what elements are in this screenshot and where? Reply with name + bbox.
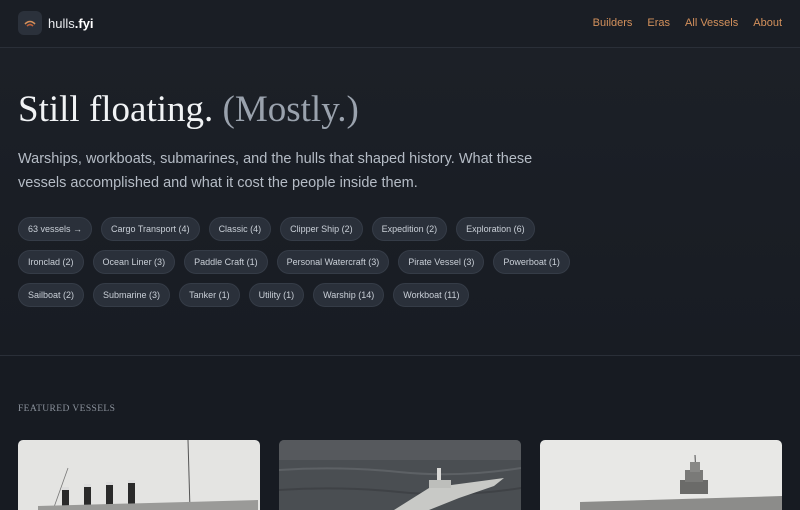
chip-row: Sailboat (2) Submarine (3) Tanker (1) Ut… (18, 283, 618, 307)
chip-workboat[interactable]: Workboat (11) (393, 283, 470, 307)
featured-vessels-heading: FEATURED VESSELS (18, 404, 116, 414)
page-title: Still floating. (Mostly.) (18, 89, 359, 130)
chip-row: 63 vessels → Cargo Transport (4) Classic… (18, 217, 618, 241)
chip-submarine[interactable]: Submarine (3) (93, 283, 171, 307)
chip-personal-watercraft[interactable]: Personal Watercraft (3) (276, 250, 390, 274)
chip-paddle-craft[interactable]: Paddle Craft (1) (184, 250, 268, 274)
chip-all-vessels[interactable]: 63 vessels → (18, 217, 93, 241)
nav-all-vessels[interactable]: All Vessels (685, 17, 738, 29)
brand-link[interactable]: hulls.fyi (18, 11, 94, 35)
top-bar: hulls.fyi Builders Eras All Vessels Abou… (0, 0, 800, 48)
chip-ironclad[interactable]: Ironclad (2) (18, 250, 84, 274)
chip-powerboat[interactable]: Powerboat (1) (493, 250, 570, 274)
chip-row: Ironclad (2) Ocean Liner (3) Paddle Craf… (18, 250, 618, 274)
main-nav: Builders Eras All Vessels About (593, 17, 782, 29)
page-subtitle: Warships, workboats, submarines, and the… (18, 151, 533, 191)
chip-cargo-transport[interactable]: Cargo Transport (4) (101, 217, 200, 241)
chip-sailboat[interactable]: Sailboat (2) (18, 283, 85, 307)
chip-utility[interactable]: Utility (1) (248, 283, 305, 307)
chip-pirate-vessel[interactable]: Pirate Vessel (3) (398, 250, 485, 274)
nav-builders[interactable]: Builders (593, 17, 633, 29)
ship-icon (18, 11, 42, 35)
chip-exploration[interactable]: Exploration (6) (456, 217, 535, 241)
nav-about[interactable]: About (753, 17, 782, 29)
brand-name: hulls.fyi (48, 15, 94, 31)
chip-warship[interactable]: Warship (14) (313, 283, 385, 307)
chip-clipper-ship[interactable]: Clipper Ship (2) (280, 217, 363, 241)
chip-classic[interactable]: Classic (4) (208, 217, 272, 241)
chip-tanker[interactable]: Tanker (1) (179, 283, 240, 307)
chip-ocean-liner[interactable]: Ocean Liner (3) (92, 250, 176, 274)
page-title-muted: (Mostly.) (222, 89, 359, 130)
nav-eras[interactable]: Eras (647, 17, 670, 29)
filter-chips: 63 vessels → Cargo Transport (4) Classic… (18, 217, 618, 316)
chip-expedition[interactable]: Expedition (2) (371, 217, 448, 241)
